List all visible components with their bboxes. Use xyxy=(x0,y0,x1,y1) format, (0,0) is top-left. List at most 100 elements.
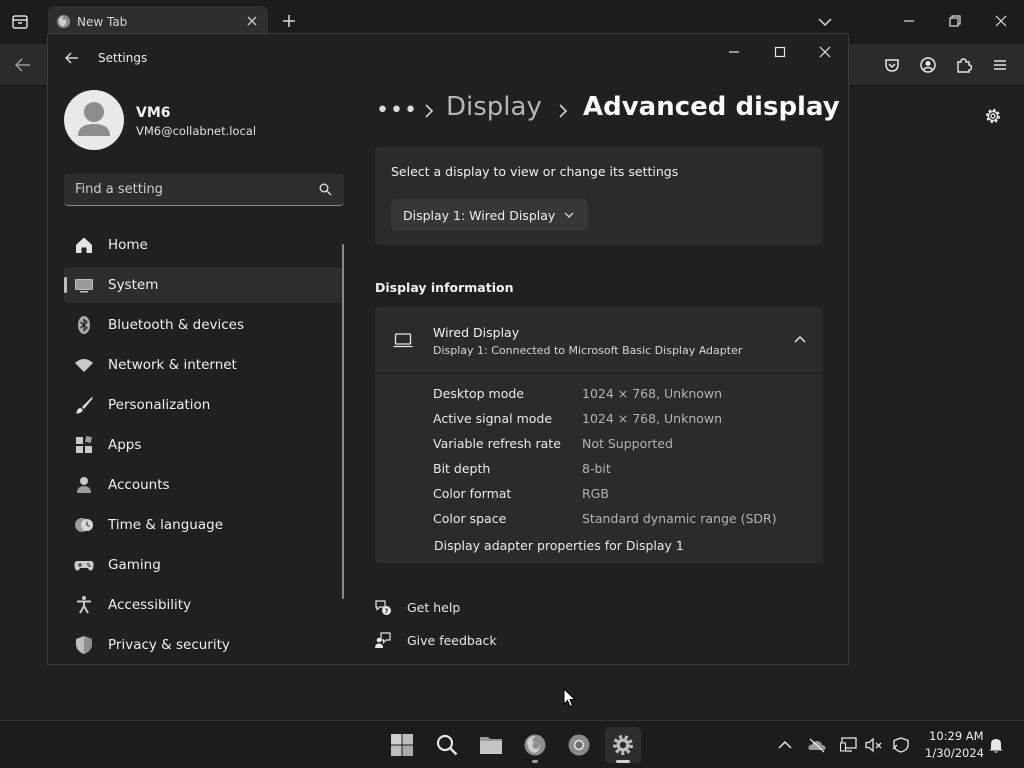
network-status-icon[interactable] xyxy=(840,737,858,753)
chevron-right-icon xyxy=(559,104,568,118)
breadcrumb-more-button[interactable]: ••• xyxy=(376,98,418,123)
laptop-icon xyxy=(393,333,413,348)
nav-item-gaming[interactable]: Gaming xyxy=(64,547,342,583)
newtab-settings-gear-icon[interactable] xyxy=(984,107,1002,125)
info-row-color-space: Color space Standard dynamic range (SDR) xyxy=(433,508,813,533)
settings-maximize-icon[interactable] xyxy=(766,43,794,61)
default-user-avatar-icon xyxy=(78,102,110,136)
taskbar-clock-time[interactable]: 10:29 AM xyxy=(929,729,984,743)
search-icon xyxy=(436,734,458,756)
info-key: Active signal mode xyxy=(433,411,553,426)
nav-item-accessibility[interactable]: Accessibility xyxy=(64,587,342,623)
taskbar-settings[interactable] xyxy=(605,727,641,763)
display-name: Wired Display xyxy=(433,325,520,340)
taskbar-chrome[interactable] xyxy=(561,727,597,763)
list-all-tabs-chevron-icon[interactable] xyxy=(817,14,833,30)
help-chat-icon: ? xyxy=(375,600,391,615)
active-app-indicator xyxy=(616,760,630,763)
display-information-header[interactable]: Wired Display Display 1: Connected to Mi… xyxy=(375,307,823,374)
mouse-cursor-icon xyxy=(563,688,577,708)
browser-close-icon[interactable] xyxy=(994,14,1008,28)
pocket-icon[interactable] xyxy=(883,56,901,74)
nav-item-apps[interactable]: Apps xyxy=(64,427,342,463)
nav-item-personalization[interactable]: Personalization xyxy=(64,387,342,423)
profile-email: VM6@collabnet.local xyxy=(136,124,257,138)
info-key: Color format xyxy=(433,486,512,501)
tab-manager-button[interactable] xyxy=(8,10,32,34)
nav-item-privacy-security[interactable]: Privacy & security xyxy=(64,627,342,663)
display-select-dropdown[interactable]: Display 1: Wired Display xyxy=(391,199,588,231)
nav-item-label: Privacy & security xyxy=(108,637,230,653)
nav-item-label: Time & language xyxy=(108,517,224,533)
search-input[interactable]: Find a setting xyxy=(64,174,344,206)
extensions-puzzle-icon[interactable] xyxy=(955,56,973,74)
settings-close-icon[interactable] xyxy=(811,43,839,61)
info-row-desktop-mode: Desktop mode 1024 × 768, Unknown xyxy=(433,383,813,408)
taskbar-clock-date[interactable]: 1/30/2024 xyxy=(925,746,984,760)
taskbar-file-explorer[interactable] xyxy=(473,727,509,763)
nav-item-accounts[interactable]: Accounts xyxy=(64,467,342,503)
nav-item-label: System xyxy=(108,277,159,293)
avatar[interactable] xyxy=(64,90,124,150)
nav-item-system[interactable]: System xyxy=(64,267,342,303)
onedrive-offline-icon[interactable] xyxy=(808,737,826,753)
wifi-icon xyxy=(75,359,93,372)
security-shield-icon[interactable] xyxy=(892,737,910,753)
nav-item-label: Bluetooth & devices xyxy=(108,317,245,333)
taskbar-firefox[interactable] xyxy=(517,727,553,763)
display-adapter-properties-link[interactable]: Display adapter properties for Display 1 xyxy=(434,538,684,553)
system-icon xyxy=(75,279,93,293)
nav-item-bluetooth-devices[interactable]: Bluetooth & devices xyxy=(64,307,342,343)
info-key: Desktop mode xyxy=(433,386,524,401)
nav-item-network-internet[interactable]: Network & internet xyxy=(64,347,342,383)
info-value: Standard dynamic range (SDR) xyxy=(582,511,777,526)
taskbar-search-button[interactable] xyxy=(429,727,465,763)
settings-back-arrow-icon[interactable] xyxy=(65,51,79,65)
bluetooth-icon xyxy=(78,316,90,334)
home-icon xyxy=(76,237,92,253)
folder-icon xyxy=(480,737,502,754)
nav-item-time-language[interactable]: Time & language xyxy=(64,507,342,543)
nav-item-home[interactable]: Home xyxy=(64,227,342,263)
gamepad-icon xyxy=(74,561,94,571)
get-help-link[interactable]: ? Get help xyxy=(374,597,494,621)
browser-back-arrow-icon[interactable] xyxy=(14,57,32,73)
settings-minimize-icon[interactable] xyxy=(720,43,748,61)
notification-bell-icon[interactable] xyxy=(988,736,1004,754)
start-button[interactable] xyxy=(384,727,420,763)
info-row-bit-depth: Bit depth 8-bit xyxy=(433,458,813,483)
svg-text:?: ? xyxy=(385,607,389,615)
info-row-variable-refresh-rate: Variable refresh rate Not Supported xyxy=(433,433,813,458)
get-help-label: Get help xyxy=(407,600,461,615)
give-feedback-link[interactable]: Give feedback xyxy=(374,630,524,654)
display-select-value: Display 1: Wired Display xyxy=(403,208,556,223)
info-key: Bit depth xyxy=(433,461,491,476)
tab-manager-icon xyxy=(12,15,28,29)
info-value: 1024 × 768, Unknown xyxy=(582,386,723,401)
volume-muted-icon[interactable] xyxy=(865,737,883,753)
nav-item-label: Accounts xyxy=(108,477,170,493)
running-indicator xyxy=(532,760,538,763)
new-tab-plus-icon[interactable] xyxy=(281,13,297,29)
display-connection-description: Display 1: Connected to Microsoft Basic … xyxy=(433,344,743,357)
info-key: Color space xyxy=(433,511,507,526)
nav-item-label: Gaming xyxy=(108,557,161,573)
selection-indicator xyxy=(64,277,67,293)
hamburger-menu-icon[interactable] xyxy=(991,56,1009,74)
display-information-card: Wired Display Display 1: Connected to Mi… xyxy=(375,307,823,563)
navigation-scrollbar[interactable] xyxy=(342,244,344,599)
chevron-up-icon[interactable] xyxy=(794,335,806,343)
close-tab-icon[interactable] xyxy=(246,15,258,27)
breadcrumb-display[interactable]: Display xyxy=(446,92,542,122)
display-information-rows: Desktop mode 1024 × 768, Unknown Active … xyxy=(433,383,813,533)
info-row-color-format: Color format RGB xyxy=(433,483,813,508)
windows-start-icon xyxy=(391,734,413,756)
show-hidden-icons-chevron-up-icon[interactable] xyxy=(777,737,793,753)
browser-minimize-icon[interactable] xyxy=(902,14,916,28)
browser-restore-icon[interactable] xyxy=(948,14,962,28)
account-icon[interactable] xyxy=(919,56,937,74)
nav-item-label: Network & internet xyxy=(108,357,237,373)
accessibility-icon xyxy=(77,596,91,614)
firefox-favicon-icon xyxy=(56,14,71,29)
select-display-prompt: Select a display to view or change its s… xyxy=(391,164,679,179)
